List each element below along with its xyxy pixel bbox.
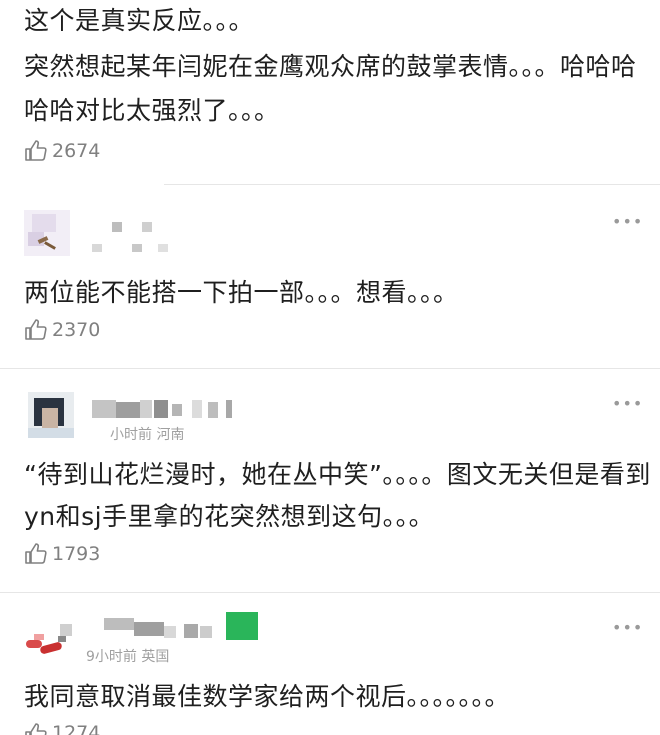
comment-3-like-button[interactable]: 1793 [24,542,100,566]
comment-3-line-1: “待到山花烂漫时，她在丛中笑”。。。。图文无关但是看到 [24,460,651,489]
comment-2-text: 两位能不能搭一下拍一部。。。想看。。。 [24,278,459,307]
avatar[interactable] [28,392,74,438]
thumbs-up-icon [25,723,47,735]
more-dots-icon[interactable]: ••• [612,618,643,637]
comment-4-like-count: 1274 [52,722,101,735]
thumbs-up-icon [25,319,47,340]
username-mosaic[interactable] [92,400,242,422]
thumbs-up-icon [25,543,47,564]
divider [0,368,660,369]
username-mosaic[interactable] [92,222,182,256]
comment-1-like-count: 2674 [52,140,101,162]
comment-4: 9小时前 英国 ••• 我同意取消最佳数学家给两个视后。。。。。。。 1274 [0,594,660,735]
comment-4-text: 我同意取消最佳数学家给两个视后。。。。。。。 [24,682,511,711]
more-dots-icon[interactable]: ••• [612,212,643,231]
comment-3-line-2: yn和sj手里拿的花突然想到这句。。。 [24,502,435,531]
thumbs-up-icon [25,140,47,161]
comment-3-like-count: 1793 [52,543,101,565]
comment-2: ••• 两位能不能搭一下拍一部。。。想看。。。 2370 [0,186,660,366]
comment-meta: 小时前 河南 [110,427,185,443]
level-badge [226,612,258,640]
comment-1: 这个是真实反应。。。 突然想起某年闫妮在金鹰观众席的鼓掌表情。。。哈哈哈 哈哈对… [0,0,660,185]
comment-1-like-button[interactable]: 2674 [24,138,100,164]
comment-4-like-button[interactable]: 1274 [24,722,100,735]
divider [0,592,660,593]
comment-1-line-1: 这个是真实反应。。。 [24,6,255,35]
comment-1-line-3: 哈哈对比太强烈了。。。 [24,96,280,125]
avatar[interactable] [24,210,70,256]
comment-1-line-2: 突然想起某年闫妮在金鹰观众席的鼓掌表情。。。哈哈哈 [24,52,637,81]
more-dots-icon[interactable]: ••• [612,394,643,413]
divider [164,184,660,185]
comment-3: 小时前 河南 ••• “待到山花烂漫时，她在丛中笑”。。。。图文无关但是看到 y… [0,370,660,590]
username-mosaic[interactable] [60,612,260,648]
comment-meta: 9小时前 英国 [86,649,170,665]
comment-2-like-button[interactable]: 2370 [24,318,100,342]
comment-2-like-count: 2370 [52,319,101,341]
